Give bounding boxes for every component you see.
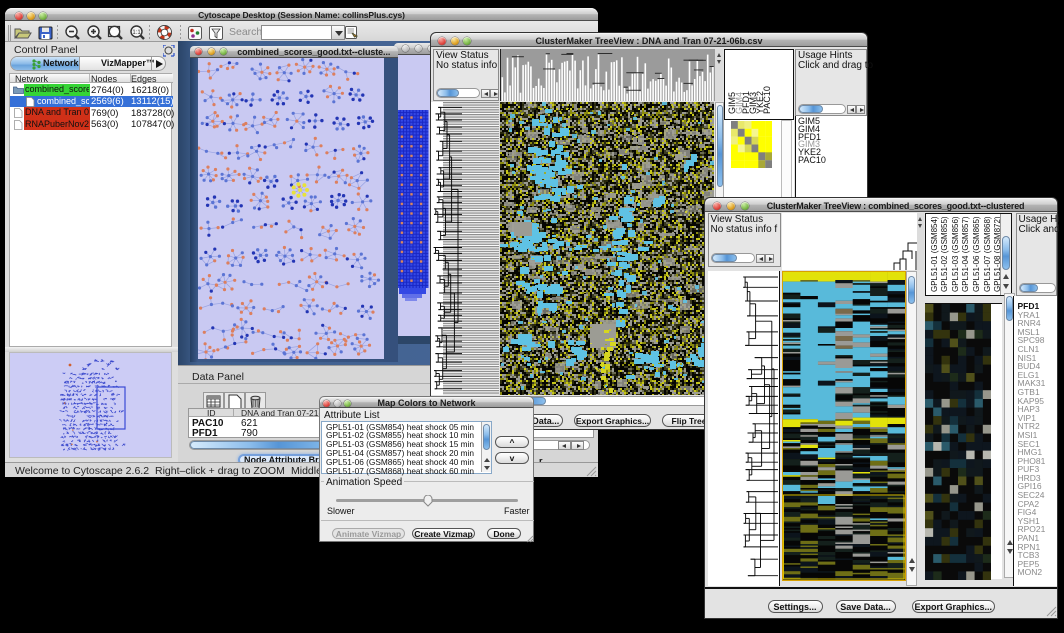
svg-text:1:1: 1:1 <box>132 30 141 36</box>
